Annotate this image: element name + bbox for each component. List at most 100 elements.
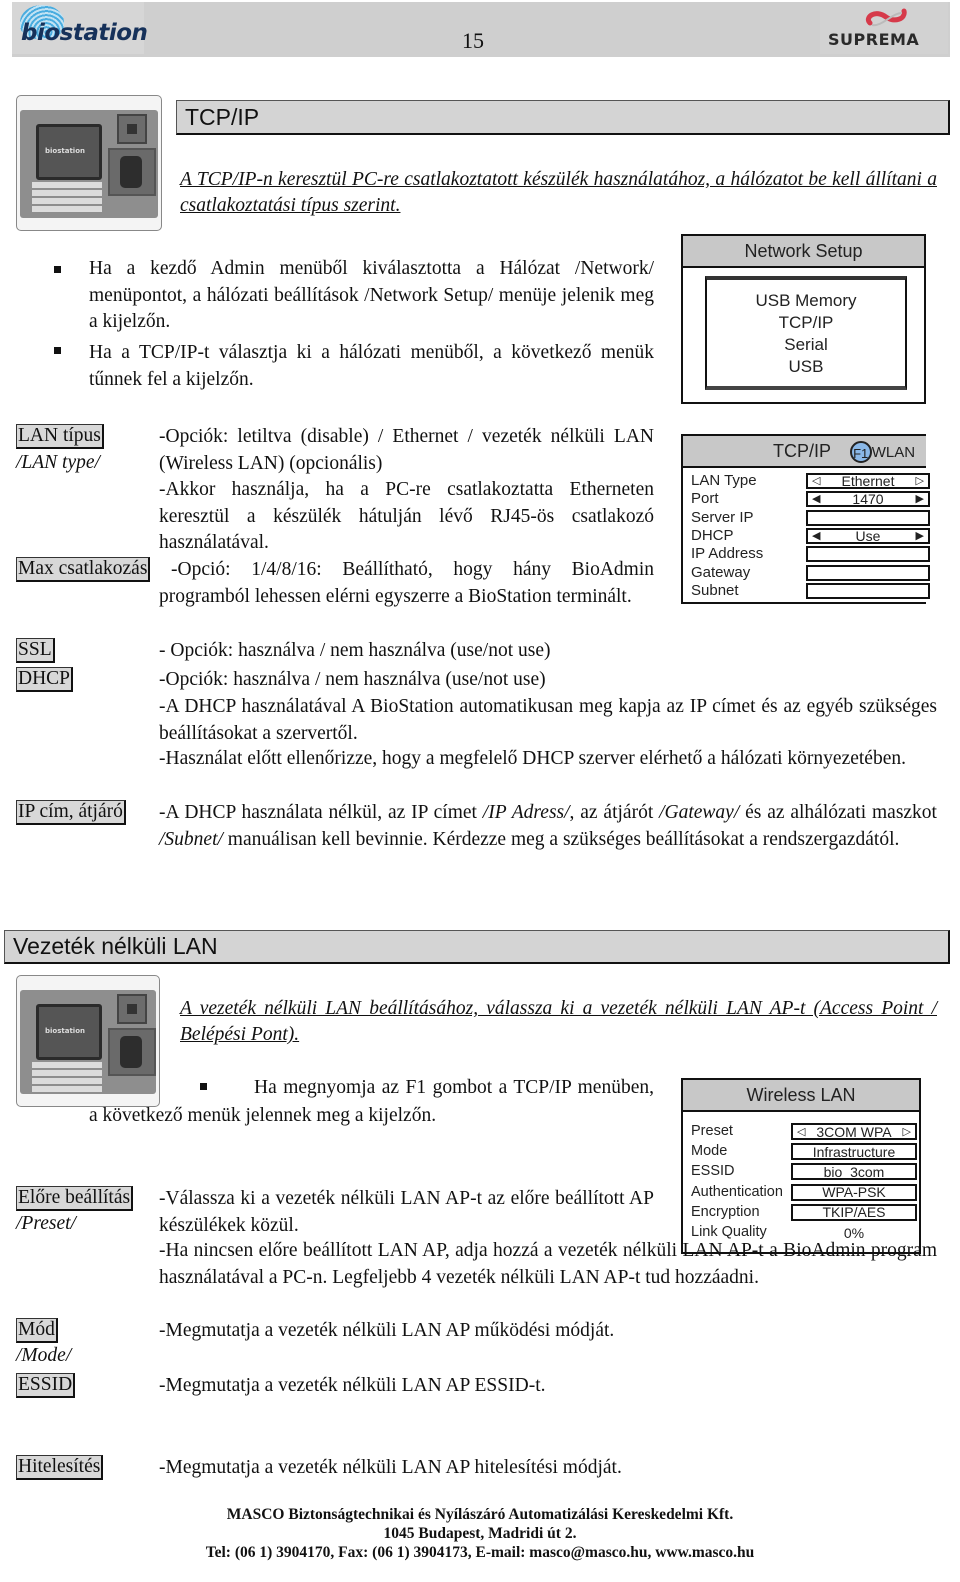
- term-label: SSL: [16, 638, 55, 663]
- definition-text: -Ha nincsen előre beállított LAN AP, adj…: [159, 1240, 937, 1288]
- menu-item-serial[interactable]: Serial: [707, 334, 905, 356]
- term-label: Előre beállítás: [16, 1186, 134, 1211]
- device-keypad: [32, 182, 102, 214]
- definition-essid: -Megmutatja a vezeték nélküli LAN AP ESS…: [159, 1375, 546, 1396]
- suprema-logo-text: SUPREMA: [828, 30, 920, 49]
- field-value: 3COM WPA: [816, 1123, 892, 1140]
- text-part: és az alhálózati maszkot: [739, 802, 937, 823]
- definition-max-connections: -Opció: 1/4/8/16: Beállítható, hogy hány…: [159, 559, 654, 607]
- term-label: IP cím, átjáró: [16, 800, 126, 825]
- term-ip-gateway: IP cím, átjáró: [16, 800, 126, 825]
- lcd-field-value[interactable]: ◁ Ethernet ▷: [806, 473, 930, 489]
- screen-title: Wireless LAN: [683, 1080, 919, 1112]
- definition-ssl: - Opciók: használva / nem használva (use…: [159, 640, 551, 661]
- device-screen: biostation: [36, 124, 102, 180]
- term-label: Max csatlakozás: [16, 557, 151, 582]
- field-value: Infrastructure: [812, 1143, 896, 1160]
- field-value: WPA-PSK: [822, 1184, 886, 1201]
- text-part-italic: /IP Adress/: [482, 802, 570, 823]
- text-part: , az átjárót: [569, 802, 660, 823]
- tcpip-screen: TCP/IP F1 WLAN LAN Type ◁ Ethernet ▷ Port ◀ 147…: [681, 434, 930, 604]
- footer-address: 1045 Budapest, Madridi út 2.: [383, 1525, 577, 1542]
- lcd-field-label: Server IP: [691, 508, 754, 526]
- menu-item-usb-memory[interactable]: USB Memory: [707, 290, 905, 312]
- term-max-connections: Max csatlakozás: [16, 557, 151, 582]
- term-mode: Mód: [16, 1318, 58, 1343]
- arrow-right-icon[interactable]: ▶: [916, 493, 924, 505]
- text-part: manuálisan kell bevinnie. Kérdezze meg a…: [222, 828, 900, 850]
- term-subtitle: /Mode/: [16, 1345, 72, 1366]
- arrow-left-icon[interactable]: ◀: [812, 530, 820, 542]
- arrow-left-icon[interactable]: ◁: [797, 1126, 805, 1138]
- term-label: ESSID: [16, 1373, 76, 1398]
- field-value: 1470: [852, 491, 884, 508]
- lcd-field-label: Authentication: [691, 1183, 783, 1200]
- field-value: TKIP/AES: [822, 1204, 886, 1221]
- definition-dhcp-extra-2: -Használat előtt ellenőrizze, hogy a meg…: [159, 748, 906, 769]
- device-screen: biostation: [36, 1004, 102, 1060]
- lcd-field-value[interactable]: [806, 546, 930, 563]
- lcd-field-value[interactable]: TKIP/AES: [791, 1203, 917, 1221]
- tcpip-bullet-2: Ha a TCP/IP-t választja ki a hálózati me…: [89, 342, 654, 390]
- term-subtitle: /Preset/: [16, 1213, 76, 1234]
- term-label: Mód: [16, 1318, 58, 1343]
- fingerprint-sensor-icon: [108, 148, 156, 196]
- definition-lan-type: -Opciók: letiltva (disable) / Ethernet /…: [159, 426, 654, 553]
- tcpip-bullet-1: Ha a kezdő Admin menüből kiválasztotta a…: [89, 258, 654, 332]
- arrow-left-icon[interactable]: ◀: [812, 493, 820, 505]
- field-value: Ethernet: [841, 473, 895, 489]
- screen-title-bar: TCP/IP F1 WLAN: [683, 436, 926, 468]
- wireless-lan-screen: Wireless LAN Preset ◁ 3COM WPA ▷ Mode Infrast…: [681, 1078, 921, 1254]
- term-label: DHCP: [16, 667, 74, 692]
- term-ssl: SSL: [16, 638, 55, 663]
- lcd-field-value[interactable]: bio_3com: [791, 1163, 917, 1181]
- term-subtitle: /LAN type/: [16, 452, 100, 473]
- arrow-right-icon[interactable]: ▷: [903, 1126, 911, 1138]
- suprema-logo: SUPREMA: [820, 2, 948, 54]
- lcd-field-value[interactable]: Infrastructure: [791, 1143, 917, 1161]
- network-setup-screen: Network Setup USB Memory TCP/IP Serial U…: [681, 234, 926, 404]
- definition-ip-gateway: -A DHCP használata nélkül, az IP címet /…: [159, 800, 937, 853]
- f1-key-icon[interactable]: F1: [849, 441, 872, 464]
- lcd-field-value[interactable]: [806, 582, 930, 599]
- tcpip-intro: A TCP/IP-n keresztül PC-re csatlakoztato…: [180, 169, 937, 216]
- lcd-field-label: Port: [691, 490, 719, 508]
- definition-authentication: -Megmutatja a vezeték nélküli LAN AP hit…: [159, 1457, 622, 1478]
- device-nav-pad: [117, 994, 147, 1024]
- arrow-left-icon[interactable]: ◁: [812, 475, 820, 487]
- lcd-field-value[interactable]: ◁ 3COM WPA ▷: [791, 1123, 917, 1140]
- wlan-bullet: Ha megnyomja az F1 gombot a TCP/IP menüb…: [89, 1077, 654, 1126]
- lcd-field-label: ESSID: [691, 1163, 735, 1180]
- wlan-intro: A vezeték nélküli LAN beállításához, vál…: [180, 998, 937, 1045]
- biostation-logo-text: biostation: [21, 20, 148, 46]
- lcd-field-label: DHCP: [691, 526, 734, 544]
- term-essid: ESSID: [16, 1373, 76, 1398]
- network-setup-menu: USB Memory TCP/IP Serial USB: [705, 276, 907, 390]
- section-heading-wlan: Vezeték nélküli LAN: [4, 930, 950, 964]
- lcd-field-value[interactable]: [806, 564, 930, 581]
- lcd-field-value[interactable]: [806, 509, 930, 526]
- field-value: Use: [855, 527, 881, 544]
- page-number: 15: [462, 28, 484, 53]
- definition-mode: -Megmutatja a vezeték nélküli LAN AP műk…: [159, 1320, 615, 1341]
- definition-dhcp-extra-1: -A DHCP használatával A BioStation autom…: [159, 696, 937, 744]
- arrow-right-icon[interactable]: ▷: [916, 475, 924, 487]
- lcd-field-value[interactable]: ◀ 1470 ▶: [806, 491, 930, 508]
- arrow-right-icon[interactable]: ▶: [916, 530, 924, 542]
- text-part: -A DHCP használata nélkül, az IP címet: [159, 802, 483, 823]
- lcd-field-value[interactable]: ◀ Use ▶: [806, 527, 930, 544]
- lcd-field-value[interactable]: WPA-PSK: [791, 1183, 917, 1201]
- section-title: TCP/IP: [185, 103, 260, 130]
- lcd-field-label: Mode: [691, 1143, 728, 1160]
- menu-item-usb[interactable]: USB: [707, 356, 905, 378]
- wlan-shortcut-label: WLAN: [871, 444, 916, 461]
- bullet-icon: [54, 266, 61, 273]
- term-label: LAN típus: [16, 424, 104, 449]
- footer-company: MASCO Biztonságtechnikai és Nyílászáró A…: [226, 1506, 734, 1523]
- term-lan-type: LAN típus: [16, 424, 104, 449]
- definition-dhcp: -Opciók: használva / nem használva (use/…: [159, 669, 546, 690]
- field-value: 0%: [843, 1224, 865, 1241]
- term-preset: Előre beállítás: [16, 1186, 134, 1211]
- term-dhcp: DHCP: [16, 667, 74, 692]
- menu-item-tcpip[interactable]: TCP/IP: [707, 312, 905, 334]
